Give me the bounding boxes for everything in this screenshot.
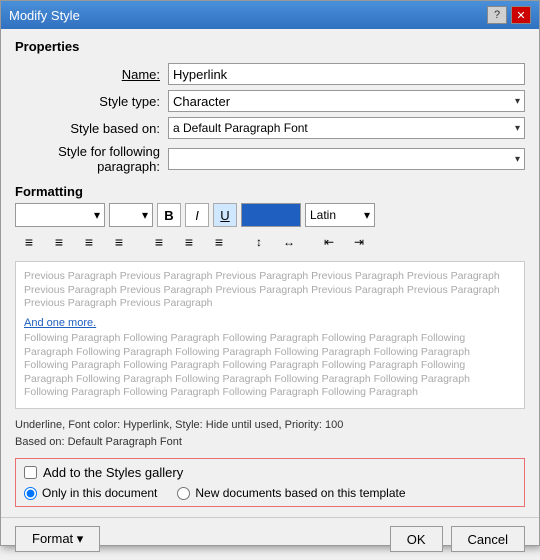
status-description: Underline, Font color: Hyperlink, Style:… — [15, 417, 525, 450]
gallery-checkbox[interactable] — [24, 466, 37, 479]
dialog-title: Modify Style — [9, 8, 80, 23]
title-bar: Modify Style ? ✕ — [1, 1, 539, 29]
align-justify-btn[interactable]: ≡ — [105, 231, 133, 253]
style-based-arrow: ▾ — [515, 123, 520, 134]
title-controls: ? ✕ — [487, 6, 531, 24]
font-color-swatch[interactable] — [241, 203, 301, 227]
language-arrow: ▾ — [364, 208, 370, 222]
indent-increase-btn[interactable]: ⇥ — [345, 231, 373, 253]
style-following-arrow: ▾ — [515, 154, 520, 165]
name-input[interactable] — [168, 63, 525, 85]
modify-style-dialog: Modify Style ? ✕ Properties Name: Style … — [0, 0, 540, 546]
font-name-select[interactable]: ▾ — [15, 203, 105, 227]
align-left-btn[interactable]: ≡ — [15, 231, 43, 253]
align-center2-btn[interactable]: ≡ — [175, 231, 203, 253]
align-right-btn[interactable]: ≡ — [75, 231, 103, 253]
align-center-btn[interactable]: ≡ — [45, 231, 73, 253]
line-spacing-down-btn[interactable]: ↔ — [275, 231, 303, 253]
properties-header: Properties — [15, 39, 525, 54]
indent-decrease-btn[interactable]: ⇤ — [315, 231, 343, 253]
style-type-select[interactable]: Character ▾ — [168, 90, 525, 112]
style-based-label: Style based on: — [15, 121, 160, 136]
style-based-row: Style based on: a Default Paragraph Font… — [15, 117, 525, 139]
style-following-select[interactable]: ▾ — [168, 148, 525, 170]
italic-button[interactable]: I — [185, 203, 209, 227]
preview-following-text: Following Paragraph Following Paragraph … — [24, 332, 516, 400]
close-button[interactable]: ✕ — [511, 6, 531, 24]
format-row-2: ≡ ≡ ≡ ≡ ≡ ≡ ≡ ↕ ↔ ⇤ ⇥ — [15, 231, 525, 253]
status-line2: Based on: Default Paragraph Font — [15, 436, 182, 448]
name-label: Name: — [15, 67, 160, 82]
style-following-row: Style for following paragraph: ▾ — [15, 144, 525, 174]
dialog-body: Properties Name: Style type: Character ▾… — [1, 29, 539, 517]
ok-button[interactable]: OK — [390, 526, 443, 552]
gallery-checkbox-row: Add to the Styles gallery — [24, 465, 516, 480]
properties-section: Properties Name: Style type: Character ▾… — [15, 39, 525, 174]
style-type-row: Style type: Character ▾ — [15, 90, 525, 112]
align-left2-btn[interactable]: ≡ — [145, 231, 173, 253]
font-size-arrow: ▾ — [142, 208, 148, 222]
footer-right: OK Cancel — [390, 526, 525, 552]
language-value: Latin — [310, 208, 336, 222]
style-type-label: Style type: — [15, 94, 160, 109]
style-type-arrow: ▾ — [515, 96, 520, 107]
status-line1: Underline, Font color: Hyperlink, Style:… — [15, 419, 343, 431]
style-following-label: Style for following paragraph: — [15, 144, 160, 174]
underline-button[interactable]: U — [213, 203, 237, 227]
font-name-arrow: ▾ — [94, 208, 100, 222]
style-based-select[interactable]: a Default Paragraph Font ▾ — [168, 117, 525, 139]
bold-button[interactable]: B — [157, 203, 181, 227]
format-row-1: ▾ ▾ B I U Latin ▾ — [15, 203, 525, 227]
bottom-options: Add to the Styles gallery Only in this d… — [15, 458, 525, 507]
radio-new-docs-label: New documents based on this template — [195, 486, 405, 500]
preview-link-text: And one more. — [24, 317, 96, 329]
help-button[interactable]: ? — [487, 6, 507, 24]
radio-this-doc: Only in this document — [24, 486, 157, 500]
format-button[interactable]: Format ▾ — [15, 526, 100, 552]
gallery-label: Add to the Styles gallery — [43, 465, 183, 480]
style-based-value: a Default Paragraph Font — [173, 121, 308, 135]
dialog-footer: Format ▾ OK Cancel — [1, 517, 539, 560]
line-spacing-up-btn[interactable]: ↕ — [245, 231, 273, 253]
align-right2-btn[interactable]: ≡ — [205, 231, 233, 253]
font-size-select[interactable]: ▾ — [109, 203, 153, 227]
radio-new-docs-input[interactable] — [177, 487, 190, 500]
radio-row: Only in this document New documents base… — [24, 486, 516, 500]
cancel-button[interactable]: Cancel — [451, 526, 525, 552]
formatting-section: Formatting ▾ ▾ B I U Latin ▾ — [15, 184, 525, 257]
radio-new-docs: New documents based on this template — [177, 486, 405, 500]
preview-previous-text: Previous Paragraph Previous Paragraph Pr… — [24, 270, 516, 311]
language-select[interactable]: Latin ▾ — [305, 203, 375, 227]
radio-this-doc-input[interactable] — [24, 487, 37, 500]
name-row: Name: — [15, 63, 525, 85]
formatting-header: Formatting — [15, 184, 525, 199]
preview-box: Previous Paragraph Previous Paragraph Pr… — [15, 261, 525, 409]
style-type-value: Character — [173, 94, 230, 109]
radio-this-doc-label: Only in this document — [42, 486, 157, 500]
